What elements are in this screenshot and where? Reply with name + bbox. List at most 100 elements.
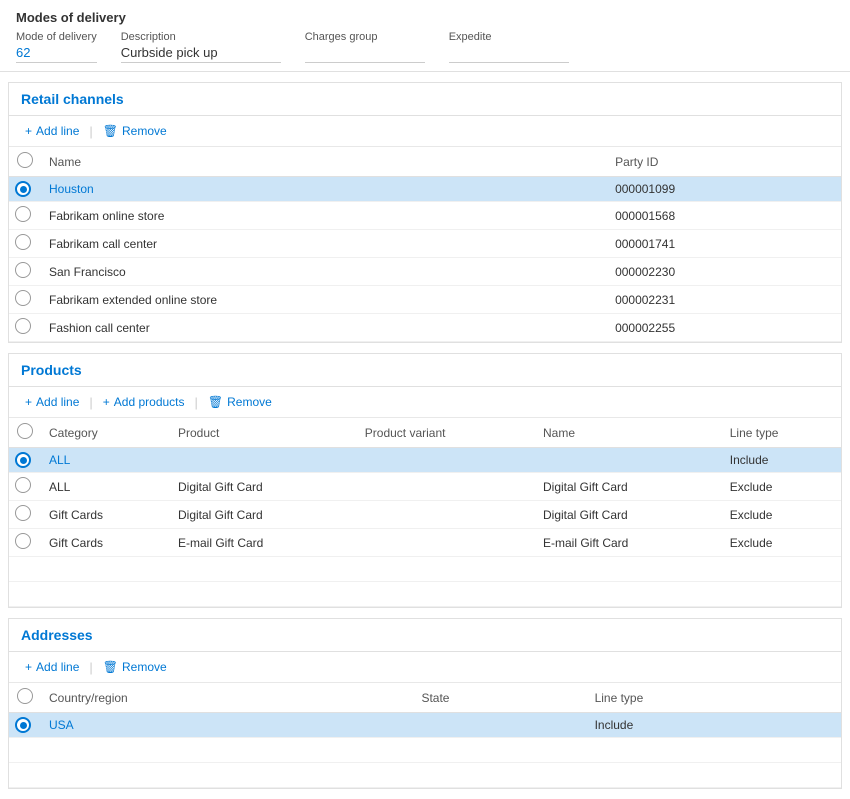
retail-select-all[interactable] (17, 152, 33, 168)
retail-partyid-cell: 000002231 (607, 286, 841, 314)
retail-partyid-cell: 000002255 (607, 314, 841, 342)
products-check-header (9, 418, 41, 448)
retail-channels-row[interactable]: Fashion call center 000002255 (9, 314, 841, 342)
retail-channels-header: Retail channels (9, 83, 841, 116)
retail-name-cell: San Francisco (41, 258, 607, 286)
mode-of-delivery-field: Mode of delivery 62 (16, 31, 97, 63)
products-add-line-button[interactable]: + Add line (21, 393, 83, 411)
products-linetype-cell: Include (722, 448, 841, 473)
retail-remove-button[interactable]: 🗑 Remove (99, 122, 171, 140)
retail-channels-row[interactable]: Fabrikam call center 000001741 (9, 230, 841, 258)
retail-name-cell: Fashion call center (41, 314, 607, 342)
retail-channels-title: Retail channels (21, 91, 124, 107)
retail-channels-row[interactable]: Fabrikam extended online store 000002231 (9, 286, 841, 314)
products-product-cell (170, 448, 357, 473)
toolbar-separator: | (89, 124, 92, 139)
products-remove-button[interactable]: 🗑 Remove (204, 393, 276, 411)
products-header: Products (9, 354, 841, 387)
modes-of-delivery-section: Modes of delivery Mode of delivery 62 De… (0, 0, 850, 72)
products-category-header: Category (41, 418, 170, 448)
trash-icon-addresses: 🗑 (103, 660, 118, 674)
row-radio[interactable] (15, 181, 31, 197)
products-toolbar: + Add line | + Add products | 🗑 Remove (9, 387, 841, 418)
products-add-products-button[interactable]: + Add products (99, 393, 189, 411)
products-product-cell: E-mail Gift Card (170, 529, 357, 557)
row-radio[interactable] (15, 234, 31, 250)
retail-partyid-header: Party ID (607, 147, 841, 177)
row-radio[interactable] (15, 318, 31, 334)
trash-icon-products: 🗑 (208, 395, 223, 409)
plus-icon-products: + (25, 395, 32, 409)
addresses-state-header: State (413, 683, 586, 713)
row-radio[interactable] (15, 262, 31, 278)
row-check-cell (9, 202, 41, 230)
products-name-cell: Digital Gift Card (535, 501, 722, 529)
products-toolbar-sep1: | (89, 395, 92, 410)
retail-channels-table: Name Party ID Houston 000001099 Fabrikam… (9, 147, 841, 342)
products-row[interactable]: ALL Digital Gift Card Digital Gift Card … (9, 473, 841, 501)
retail-name-cell: Fabrikam extended online store (41, 286, 607, 314)
addresses-check-cell (9, 713, 41, 738)
products-category-cell: ALL (41, 448, 170, 473)
products-product-cell: Digital Gift Card (170, 473, 357, 501)
expedite-field: Expedite (449, 31, 569, 63)
modes-form-row: Mode of delivery 62 Description Curbside… (16, 31, 834, 63)
expedite-value[interactable] (449, 45, 569, 63)
products-linetype-cell: Exclude (722, 501, 841, 529)
modes-section-title: Modes of delivery (16, 10, 834, 25)
products-category-cell: Gift Cards (41, 529, 170, 557)
retail-channels-row[interactable]: Fabrikam online store 000001568 (9, 202, 841, 230)
retail-partyid-cell: 000001568 (607, 202, 841, 230)
mode-of-delivery-value[interactable]: 62 (16, 45, 97, 63)
addresses-remove-button[interactable]: 🗑 Remove (99, 658, 171, 676)
row-radio[interactable] (15, 717, 31, 733)
products-table: Category Product Product variant Name Li… (9, 418, 841, 607)
addresses-empty-row (9, 738, 841, 763)
products-row[interactable]: Gift Cards Digital Gift Card Digital Gif… (9, 501, 841, 529)
products-row[interactable]: ALL Include (9, 448, 841, 473)
products-name-cell: E-mail Gift Card (535, 529, 722, 557)
charges-group-label: Charges group (305, 31, 425, 43)
description-value[interactable]: Curbside pick up (121, 45, 281, 63)
retail-channels-row[interactable]: Houston 000001099 (9, 177, 841, 202)
addresses-check-header (9, 683, 41, 713)
products-row[interactable]: Gift Cards E-mail Gift Card E-mail Gift … (9, 529, 841, 557)
retail-channels-row[interactable]: San Francisco 000002230 (9, 258, 841, 286)
retail-partyid-cell: 000001741 (607, 230, 841, 258)
charges-group-field: Charges group (305, 31, 425, 63)
row-radio[interactable] (15, 533, 31, 549)
plus-icon-addresses: + (25, 660, 32, 674)
description-field: Description Curbside pick up (121, 31, 281, 63)
row-check-cell (9, 286, 41, 314)
products-title: Products (21, 362, 82, 378)
products-product-cell: Digital Gift Card (170, 501, 357, 529)
trash-icon: 🗑 (103, 124, 118, 138)
products-variant-cell (357, 529, 535, 557)
addresses-title: Addresses (21, 627, 93, 643)
retail-add-line-button[interactable]: + Add line (21, 122, 83, 140)
plus-icon: + (25, 124, 32, 138)
retail-partyid-cell: 000002230 (607, 258, 841, 286)
products-name-cell: Digital Gift Card (535, 473, 722, 501)
row-radio[interactable] (15, 477, 31, 493)
addresses-country-header: Country/region (41, 683, 413, 713)
row-radio[interactable] (15, 290, 31, 306)
row-check-cell (9, 230, 41, 258)
addresses-toolbar-sep: | (89, 660, 92, 675)
retail-check-header (9, 147, 41, 177)
row-radio[interactable] (15, 505, 31, 521)
row-radio[interactable] (15, 452, 31, 468)
products-linetype-cell: Exclude (722, 473, 841, 501)
products-linetype-header: Line type (722, 418, 841, 448)
retail-name-header: Name (41, 147, 607, 177)
addresses-add-line-button[interactable]: + Add line (21, 658, 83, 676)
retail-channels-panel: Retail channels + Add line | 🗑 Remove (8, 82, 842, 343)
retail-name-cell: Fabrikam online store (41, 202, 607, 230)
products-select-all[interactable] (17, 423, 33, 439)
products-panel: Products + Add line | + Add products | 🗑… (8, 353, 842, 608)
charges-group-value[interactable] (305, 45, 425, 63)
addresses-select-all[interactable] (17, 688, 33, 704)
addresses-row[interactable]: USA Include (9, 713, 841, 738)
addresses-linetype-cell: Include (587, 713, 841, 738)
row-radio[interactable] (15, 206, 31, 222)
